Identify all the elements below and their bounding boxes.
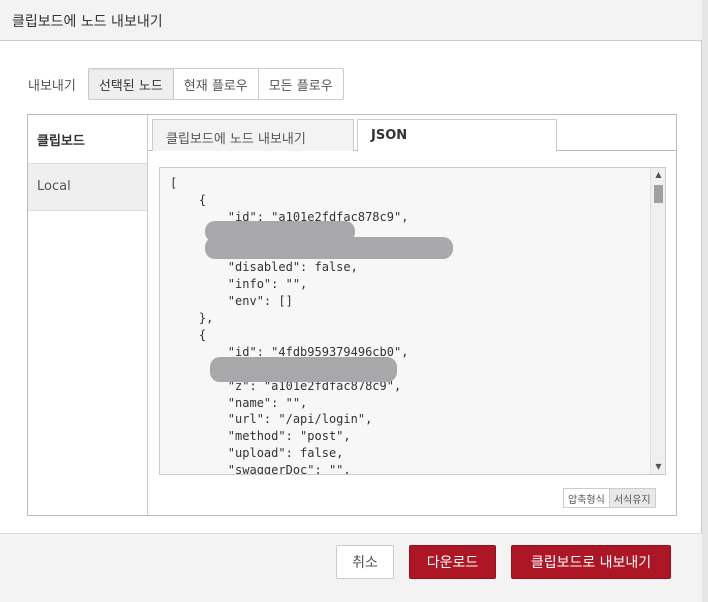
redaction-mark [205, 237, 453, 259]
export-all-flows-button[interactable]: 모든 플로우 [258, 69, 343, 99]
export-current-flow-button[interactable]: 현재 플로우 [173, 69, 259, 99]
export-scope-label: 내보내기 [28, 78, 76, 94]
export-to-clipboard-button[interactable]: 클립보드로 내보내기 [511, 545, 671, 579]
format-pretty-button[interactable]: 서식유지 [608, 489, 655, 507]
dialog-footer: 취소 다운로드 클립보드로 내보내기 [0, 533, 702, 602]
export-scope-toggle: 선택된 노드 현재 플로우 모든 플로우 [87, 68, 344, 100]
code-line: "url": "/api/login", [170, 412, 373, 427]
export-scope-row: 내보내기 선택된 노드 현재 플로우 모든 플로우 [28, 68, 344, 100]
code-line: }, [170, 311, 214, 326]
json-code: [ { "id": "a101e2fdfac878c9", "disabled"… [170, 175, 408, 475]
export-selected-nodes-button[interactable]: 선택된 노드 [88, 69, 174, 99]
code-line: { [170, 192, 207, 207]
scroll-thumb[interactable] [654, 185, 663, 203]
code-line: [ [170, 176, 178, 190]
code-line: "info": "", [170, 277, 308, 292]
json-format-toggle: 압축형식 서식유지 [563, 488, 656, 508]
format-compact-button[interactable]: 압축형식 [564, 489, 609, 507]
scroll-down-arrow-icon[interactable]: ▼ [651, 460, 665, 474]
export-dialog: 클립보드에 노드 내보내기 내보내기 선택된 노드 현재 플로우 모든 플로우 … [0, 0, 702, 602]
cancel-button[interactable]: 취소 [336, 545, 394, 579]
tab-export-nodes[interactable]: 클립보드에 노드 내보내기 [152, 119, 354, 151]
export-target-sidebar: 클립보드 Local [28, 115, 148, 515]
sidebar-item-local[interactable]: Local [28, 163, 147, 211]
download-button[interactable]: 다운로드 [409, 545, 496, 579]
export-panel: 클립보드 Local 클립보드에 노드 내보내기 JSON [ { "id": … [27, 114, 677, 516]
export-tabs: 클립보드에 노드 내보내기 JSON [148, 115, 676, 152]
json-preview[interactable]: [ { "id": "a101e2fdfac878c9", "disabled"… [159, 167, 666, 475]
code-line: "env": [] [170, 294, 293, 309]
dialog-title: 클립보드에 노드 내보내기 [0, 0, 702, 41]
sidebar-header-clipboard[interactable]: 클립보드 [28, 115, 147, 163]
redaction-mark [210, 357, 397, 382]
code-line: { [170, 328, 207, 343]
code-line: "method": "post", [170, 429, 351, 444]
code-line: "upload": false, [170, 446, 344, 461]
scroll-up-arrow-icon[interactable]: ▲ [651, 168, 665, 182]
code-scrollbar[interactable]: ▲ ▼ [650, 168, 665, 474]
tab-json[interactable]: JSON [357, 119, 557, 152]
code-line: "name": "", [170, 395, 308, 410]
code-line: "swaggerDoc": "", [170, 463, 351, 475]
code-line: "disabled": false, [170, 260, 358, 275]
